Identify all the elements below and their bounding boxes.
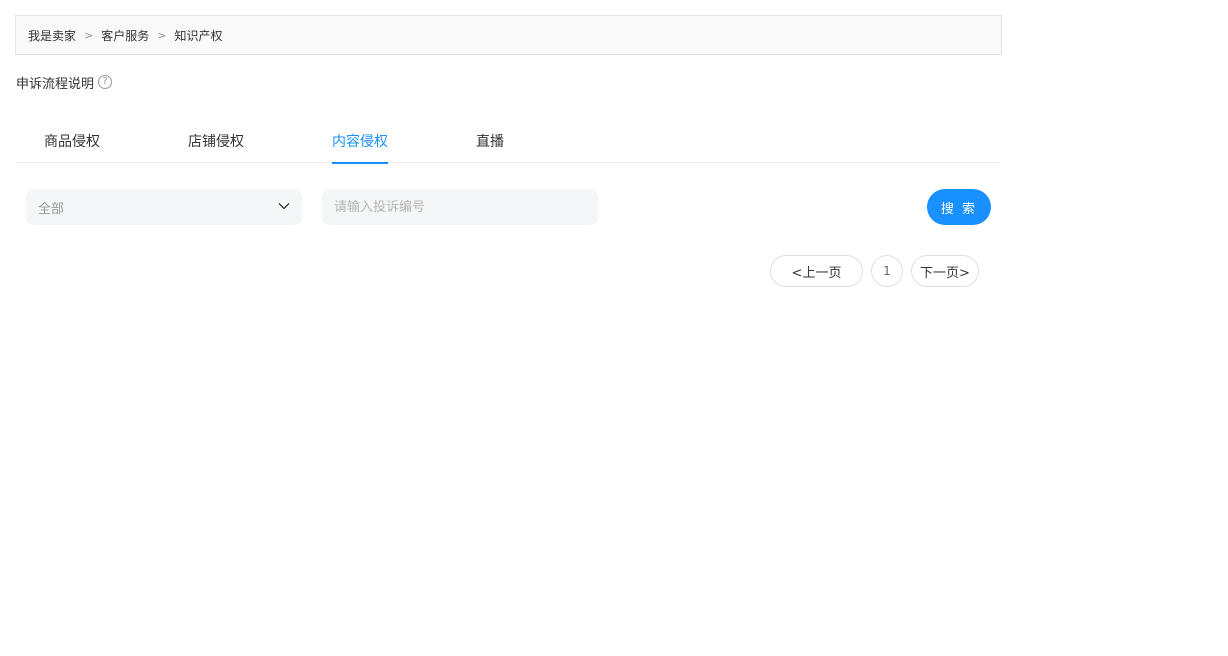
complaint-number-input[interactable] [322,189,598,225]
breadcrumb-separator: > [157,28,167,42]
breadcrumb-item-seller[interactable]: 我是卖家 [28,27,76,44]
prev-page-button[interactable]: <上一页 [770,255,863,287]
search-button[interactable]: 搜 索 [927,189,991,225]
category-select-value: 全部 [38,201,65,217]
breadcrumb: 我是卖家 > 客户服务 > 知识产权 [15,15,1002,55]
breadcrumb-separator: > [84,28,94,42]
category-select[interactable]: 全部 [26,189,302,225]
appeal-process-note: 申诉流程说明 ? [16,72,113,92]
breadcrumb-item-customer-service[interactable]: 客户服务 [101,27,149,44]
breadcrumb-item-ip: 知识产权 [174,28,223,43]
page-number-button[interactable]: 1 [871,255,903,287]
next-page-button[interactable]: 下一页> [911,255,979,287]
question-circle-icon[interactable]: ? [98,75,113,89]
tab-product-infringement[interactable]: 商品侵权 [44,118,100,163]
tab-live-stream[interactable]: 直播 [476,118,504,163]
tab-bar: 商品侵权 店铺侵权 内容侵权 直播 [16,118,1000,164]
tab-store-infringement[interactable]: 店铺侵权 [188,118,244,163]
tab-content-infringement[interactable]: 内容侵权 [332,118,388,164]
chevron-down-icon [278,203,290,210]
appeal-process-label: 申诉流程说明 [16,76,95,92]
